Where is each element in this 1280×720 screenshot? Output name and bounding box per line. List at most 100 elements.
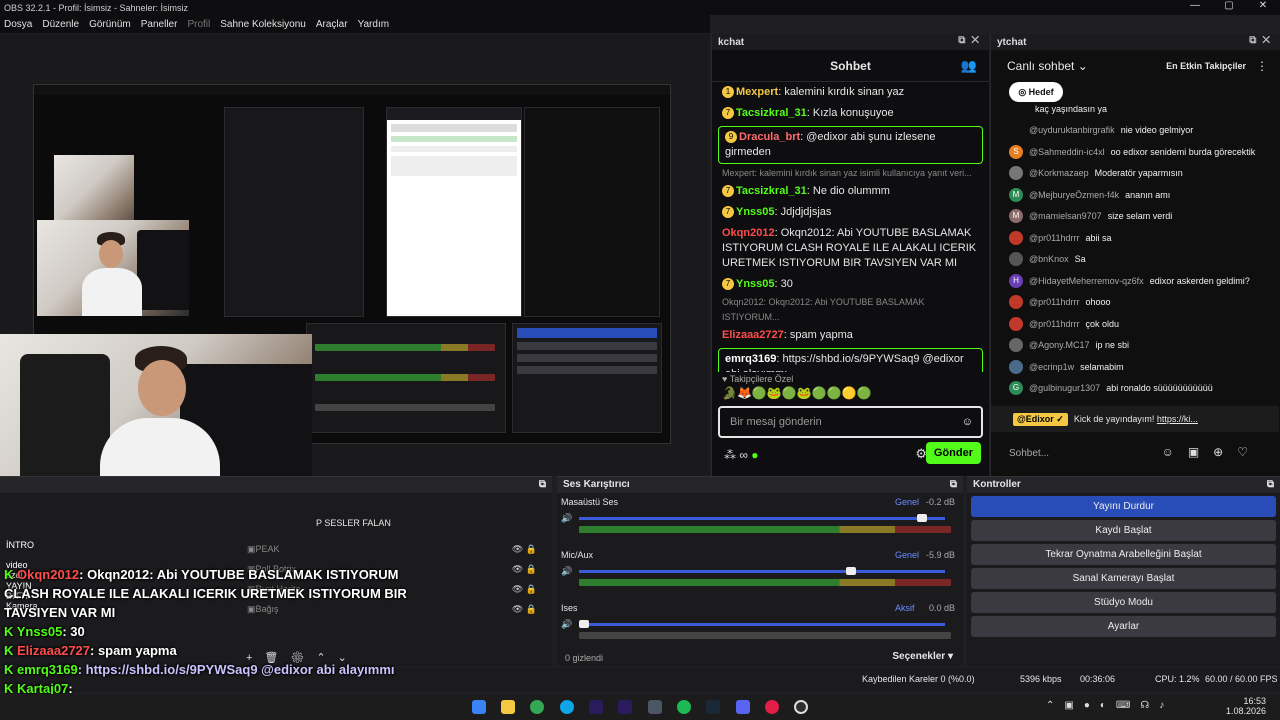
yt-action-icons[interactable]: ☺▣⊕♡ [1162,445,1262,459]
yt-username[interactable]: @uyduruktanbirgrafik [1029,125,1115,135]
kchat-input[interactable]: Bir mesaj gönderin ☺ [718,406,983,438]
avatar[interactable]: M [1009,187,1023,202]
chat-username[interactable]: Dracula_brt [739,131,800,143]
speaker-icon[interactable]: 🔊 [561,566,572,577]
visibility-icon[interactable]: 👁 🔒 [512,544,537,555]
avatar[interactable]: M [1009,209,1023,224]
yt-username[interactable]: @gulbinugur1307 [1029,383,1100,393]
avatar[interactable] [1009,359,1023,374]
avatar[interactable] [1009,101,1023,116]
speaker-icon[interactable]: 🔊 [561,619,572,630]
minimize-button[interactable]: — [1178,0,1212,11]
chat-username[interactable]: Mexpert [736,86,778,98]
chat-username[interactable]: Okqn2012 [722,227,775,239]
yt-username[interactable]: @bnKnox [1029,254,1069,264]
avatar[interactable]: G [1009,381,1023,396]
volume-knob[interactable] [917,514,928,522]
control-button[interactable]: Sanal Kamerayı Başlat [971,568,1276,589]
avatar[interactable] [1009,295,1023,310]
chat-mode-select[interactable]: Canlı sohbet [1007,59,1074,73]
chevron-down-icon[interactable]: ⌄ [1074,59,1088,73]
control-button[interactable]: Ayarlar [971,616,1276,637]
avatar[interactable] [1009,123,1023,138]
mixer-options[interactable]: Seçenekler ▾ [892,651,953,662]
spotify-icon[interactable] [677,700,691,714]
avatar[interactable]: H [1009,273,1023,288]
visibility-icon[interactable]: 👁 🔒 [512,564,537,575]
control-button[interactable]: Kaydı Başlat [971,520,1276,541]
preview-area[interactable] [0,34,710,532]
visibility-icon[interactable]: 👁 🔒 [512,604,537,615]
premiere-icon[interactable] [589,700,603,714]
close-button[interactable]: ✕ [1246,0,1280,11]
yt-username[interactable]: @pr011hdrrr [1029,297,1080,307]
menu-profil[interactable]: Profil [187,19,210,30]
avatar[interactable] [1009,316,1023,331]
control-button[interactable]: Tekrar Oynatma Arabelleğini Başlat [971,544,1276,565]
dock-float-icon[interactable]: ⧉ [950,477,957,493]
steam-icon[interactable] [706,700,720,714]
top-supporters[interactable]: En Etkin Takipçiler [1166,61,1246,71]
menu-dosya[interactable]: Dosya [4,19,32,30]
users-icon[interactable]: 👥 [961,58,977,74]
chat-username[interactable]: Ynss05 [736,278,775,290]
menu-paneller[interactable]: Paneller [141,19,178,30]
opera-icon[interactable] [765,700,779,714]
start-icon[interactable] [472,700,486,714]
discord-icon[interactable] [736,700,750,714]
chat-username[interactable]: Ynss05 [736,206,775,218]
yt-username[interactable]: @pr011hdrrr [1029,233,1080,243]
yt-chat-input[interactable]: Sohbet... [1009,448,1049,459]
yt-username[interactable]: @pr011hdrrr [1029,319,1080,329]
volume-slider[interactable] [579,567,945,575]
yt-username[interactable]: @HidayetMeherremov-qz6fx [1029,276,1144,286]
avatar[interactable] [1009,166,1023,181]
source-item[interactable]: ▣ PEAK 👁 🔒 [247,539,537,559]
dock-float-icon[interactable]: ⧉ [1267,477,1274,493]
tray-icons[interactable]: ⌃▣●◐⌨☊♪ [1046,700,1174,711]
menu-araclar[interactable]: Araçlar [316,19,348,30]
control-button[interactable]: Stüdyo Modu [971,592,1276,613]
volume-knob[interactable] [846,567,856,575]
maximize-button[interactable]: ▢ [1212,0,1246,11]
yt-username[interactable]: @Sahmeddin-ic4xl [1029,147,1105,157]
menu-duzenle[interactable]: Düzenle [42,19,79,30]
chrome-icon[interactable] [530,700,544,714]
obs-icon[interactable] [794,700,808,714]
volume-slider[interactable] [579,514,945,522]
premiere-icon-2[interactable] [618,700,632,714]
yt-username[interactable]: @MejburyeÖzmen-f4k [1029,190,1119,200]
volume-slider[interactable] [579,620,945,628]
chat-username[interactable]: Tacsizkral_31 [736,185,807,197]
clock[interactable]: 16:53 1.08.2026 [1226,696,1266,716]
pinned-link[interactable]: https://ki... [1157,414,1198,424]
menu-gorunum[interactable]: Görünüm [89,19,131,30]
chat-username[interactable]: Elizaaa2727 [722,329,784,341]
chat-username[interactable]: emrq3169 [725,353,776,365]
more-icon[interactable]: ⋮ [1256,59,1268,73]
speaker-icon[interactable]: 🔊 [561,513,572,524]
explorer-icon[interactable] [501,700,515,714]
visibility-icon[interactable]: 👁 🔒 [512,584,537,595]
dock-controls[interactable]: ⧉✕ [958,35,985,46]
settings-app-icon[interactable] [648,700,662,714]
chat-username[interactable]: Tacsizkral_31 [736,107,807,119]
yt-username[interactable]: @ecrinp1w [1029,362,1074,372]
menu-yardim[interactable]: Yardım [358,19,390,30]
source-item[interactable]: ▣ Bağış 👁 🔒 [247,599,537,619]
volume-knob[interactable] [579,620,589,628]
avatar[interactable] [1009,230,1023,245]
avatar[interactable] [1009,252,1023,267]
send-button[interactable]: Gönder [925,442,981,464]
avatar[interactable]: S [1009,144,1023,159]
emoji-icon[interactable]: ☺ [962,416,973,428]
points-icon[interactable]: ⁂ ∞ ● [724,448,758,462]
control-button[interactable]: Yayını Durdur [971,496,1276,517]
dock-controls[interactable]: ⧉✕ [1249,35,1276,46]
avatar[interactable] [1009,338,1023,353]
dock-float-icon[interactable]: ⧉ [539,477,546,493]
menu-sahne-koleksiyonu[interactable]: Sahne Koleksiyonu [220,19,306,30]
edge-icon[interactable] [560,700,574,714]
yt-username[interactable]: @Korkmazaep [1029,168,1089,178]
yt-username[interactable]: @Agony.MC17 [1029,340,1090,350]
